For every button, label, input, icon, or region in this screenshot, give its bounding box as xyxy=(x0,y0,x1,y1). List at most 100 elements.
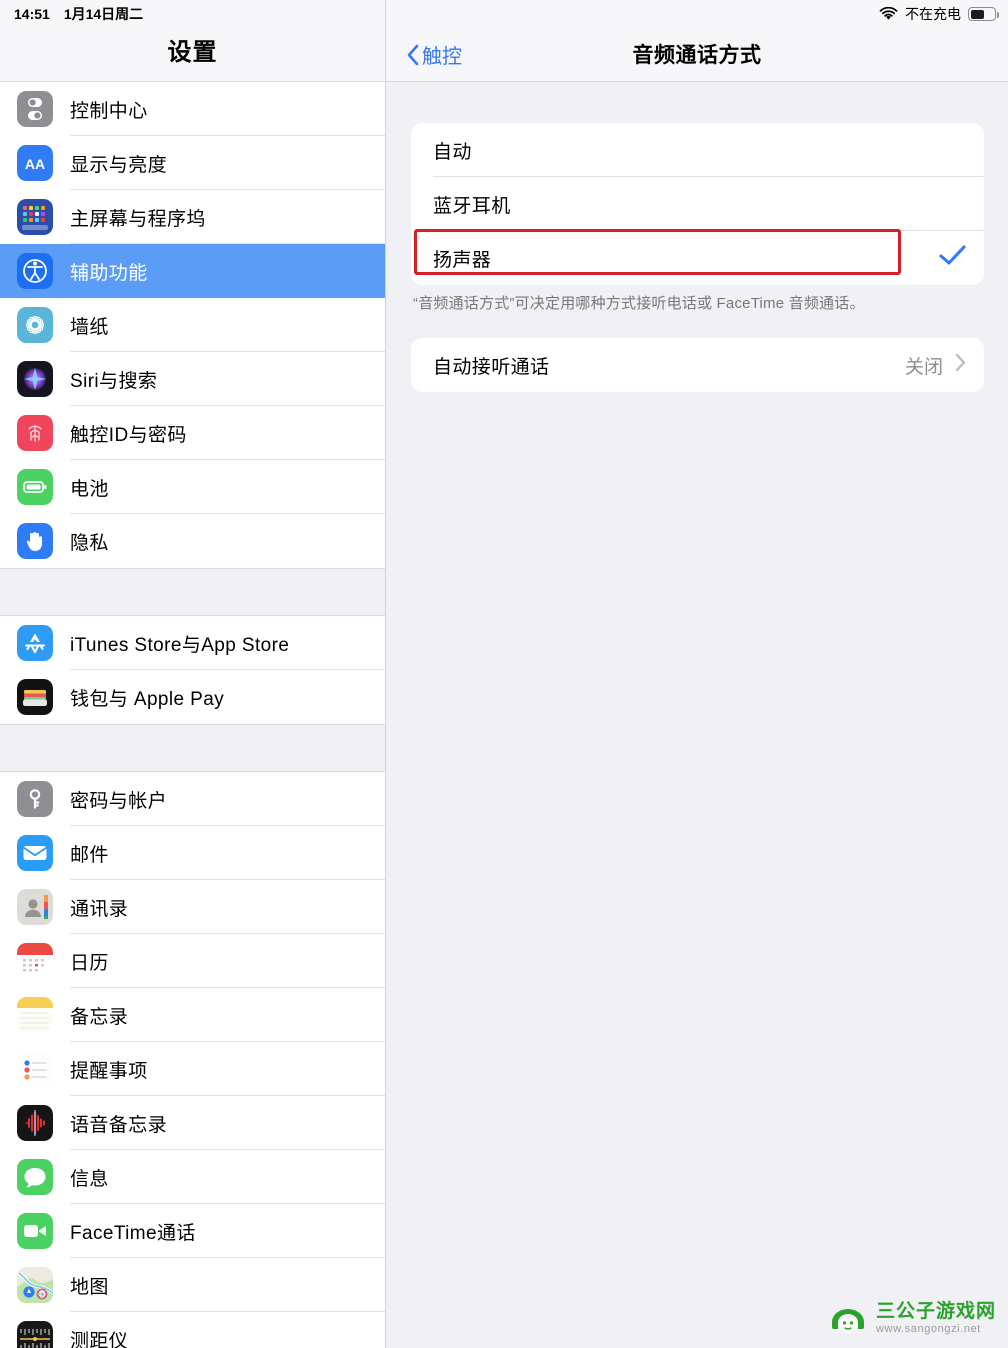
watermark-text: 三公子游戏网 www.sangongzi.net xyxy=(876,1302,996,1335)
calendar-icon xyxy=(17,943,53,979)
home-screen-dock-icon xyxy=(17,199,53,235)
sidebar-item-label: 密码与帐户 xyxy=(70,790,168,812)
touch-id-icon xyxy=(17,415,53,451)
site-watermark: 三公子游戏网 www.sangongzi.net xyxy=(828,1298,996,1338)
sidebar-item-label: 地图 xyxy=(70,1276,109,1298)
sidebar-item-label: 语音备忘录 xyxy=(70,1114,168,1136)
sidebar-item-wallet-apple-pay[interactable]: 钱包与 Apple Pay xyxy=(0,670,385,724)
sidebar-item-home-screen-dock[interactable]: 主屏幕与程序坞 xyxy=(0,190,385,244)
auto-answer-value: 关闭 xyxy=(904,356,943,378)
voice-memos-icon xyxy=(17,1105,53,1141)
option-label: 扬声器 xyxy=(433,249,492,271)
auto-answer-calls-row[interactable]: 自动接听通话 关闭 xyxy=(411,338,984,392)
sidebar-item-label: iTunes Store与App Store xyxy=(70,634,290,656)
option-row-bluetooth-headset[interactable]: 蓝牙耳机 xyxy=(411,177,984,231)
sangongzi-logo-icon xyxy=(828,1298,868,1338)
sidebar-item-label: 邮件 xyxy=(70,844,109,866)
option-label: 蓝牙耳机 xyxy=(433,195,511,217)
sidebar-item-control-center[interactable]: 控制中心 xyxy=(0,82,385,136)
sidebar-item-label: 电池 xyxy=(70,478,109,500)
messages-icon xyxy=(17,1159,53,1195)
sidebar-item-label: 主屏幕与程序坞 xyxy=(70,208,206,230)
group-footnote: “音频通话方式”可决定用哪种方式接听电话或 FaceTime 音频通话。 xyxy=(413,295,865,312)
ipad-settings-screen: 14:51 1月14日周二 不在充电 设置 控制中心 AA 显示与亮度 主屏幕与… xyxy=(0,0,1008,1348)
sidebar-item-voice-memos[interactable]: 语音备忘录 xyxy=(0,1096,385,1150)
measure-icon xyxy=(17,1321,53,1348)
sidebar-item-reminders[interactable]: 提醒事项 xyxy=(0,1042,385,1096)
svg-text:280: 280 xyxy=(38,1293,47,1299)
sidebar-item-siri-search[interactable]: Siri与搜索 xyxy=(0,352,385,406)
chevron-right-icon xyxy=(955,353,966,377)
sidebar-item-label: Siri与搜索 xyxy=(70,370,158,392)
display-brightness-icon: AA xyxy=(17,145,53,181)
sidebar-item-label: 钱包与 Apple Pay xyxy=(70,688,225,710)
sidebar-item-display-brightness[interactable]: AA 显示与亮度 xyxy=(0,136,385,190)
back-button-label: 触控 xyxy=(422,46,462,68)
sidebar-item-label: 测距仪 xyxy=(70,1330,129,1348)
sidebar-item-label: 通讯录 xyxy=(70,898,129,920)
auto-answer-group: 自动接听通话 关闭 xyxy=(411,338,984,393)
sidebar-item-battery[interactable]: 电池 xyxy=(0,460,385,514)
navigation-bar: 触控 音频通话方式 xyxy=(386,0,1008,82)
wallet-icon xyxy=(17,679,53,715)
audio-routing-options-group: 自动 蓝牙耳机 扬声器 xyxy=(411,123,984,285)
maps-icon: 280 xyxy=(17,1267,53,1303)
svg-text:AA: AA xyxy=(25,156,45,172)
notes-icon xyxy=(17,997,53,1033)
sidebar-item-privacy[interactable]: 隐私 xyxy=(0,514,385,568)
chevron-left-icon xyxy=(406,44,419,66)
detail-pane: 触控 音频通话方式 自动 蓝牙耳机 扬声器 “音频通话方式”可决定用哪种方式接听… xyxy=(386,0,1008,1348)
back-button[interactable]: 触控 xyxy=(406,40,462,69)
watermark-url: www.sangongzi.net xyxy=(875,1322,981,1335)
sidebar-item-wallpaper[interactable]: 墙纸 xyxy=(0,298,385,352)
facetime-icon xyxy=(17,1213,53,1249)
sidebar-item-label: 提醒事项 xyxy=(70,1060,148,1082)
passwords-accounts-icon xyxy=(17,781,53,817)
sidebar-header: 设置 xyxy=(0,0,385,82)
sidebar-item-label: 日历 xyxy=(70,952,109,974)
sidebar-section-gap xyxy=(0,568,385,616)
sidebar-item-label: FaceTime通话 xyxy=(70,1222,196,1244)
option-row-automatic[interactable]: 自动 xyxy=(411,123,984,177)
checkmark-icon xyxy=(939,245,966,271)
sidebar-item-label: 信息 xyxy=(70,1168,109,1190)
sidebar-section-gap xyxy=(0,724,385,772)
accessibility-icon xyxy=(17,253,53,289)
sidebar-item-maps[interactable]: 280 地图 xyxy=(0,1258,385,1312)
control-center-icon xyxy=(17,91,53,127)
sidebar-item-label: 墙纸 xyxy=(70,316,109,338)
sidebar-item-touch-id-passcode[interactable]: 触控ID与密码 xyxy=(0,406,385,460)
sidebar-title: 设置 xyxy=(167,39,218,66)
sidebar-item-label: 辅助功能 xyxy=(70,262,148,284)
sidebar-item-notes[interactable]: 备忘录 xyxy=(0,988,385,1042)
sidebar-item-measure[interactable]: 测距仪 xyxy=(0,1312,385,1348)
option-label: 自动 xyxy=(433,141,472,163)
sidebar-item-accessibility[interactable]: 辅助功能 xyxy=(0,244,385,298)
sidebar-item-messages[interactable]: 信息 xyxy=(0,1150,385,1204)
mail-icon xyxy=(17,835,53,871)
wallpaper-icon xyxy=(17,307,53,343)
sidebar-item-label: 隐私 xyxy=(70,532,109,554)
sidebar-item-label: 触控ID与密码 xyxy=(70,424,187,446)
sidebar-item-passwords-accounts[interactable]: 密码与帐户 xyxy=(0,772,385,826)
sidebar-item-facetime[interactable]: FaceTime通话 xyxy=(0,1204,385,1258)
battery-settings-icon xyxy=(17,469,53,505)
sidebar-item-calendar[interactable]: 日历 xyxy=(0,934,385,988)
sidebar-list[interactable]: 控制中心 AA 显示与亮度 主屏幕与程序坞 辅助功能 墙纸 Siri与搜索 触控… xyxy=(0,82,385,1348)
settings-sidebar[interactable]: 设置 控制中心 AA 显示与亮度 主屏幕与程序坞 辅助功能 墙纸 Siri与搜索… xyxy=(0,0,386,1348)
page-title: 音频通话方式 xyxy=(632,44,762,67)
contacts-icon xyxy=(17,889,53,925)
watermark-site-name: 三公子游戏网 xyxy=(875,1300,996,1322)
auto-answer-label: 自动接听通话 xyxy=(433,356,550,378)
sidebar-item-label: 显示与亮度 xyxy=(70,154,168,176)
sidebar-item-contacts[interactable]: 通讯录 xyxy=(0,880,385,934)
privacy-icon xyxy=(17,523,53,559)
siri-icon xyxy=(17,361,53,397)
sidebar-item-label: 控制中心 xyxy=(70,100,148,122)
sidebar-item-mail[interactable]: 邮件 xyxy=(0,826,385,880)
reminders-icon xyxy=(17,1051,53,1087)
option-row-speaker[interactable]: 扬声器 xyxy=(411,229,984,285)
sidebar-item-label: 备忘录 xyxy=(70,1006,129,1028)
sidebar-item-itunes-app-store[interactable]: iTunes Store与App Store xyxy=(0,616,385,670)
app-store-icon xyxy=(17,625,53,661)
